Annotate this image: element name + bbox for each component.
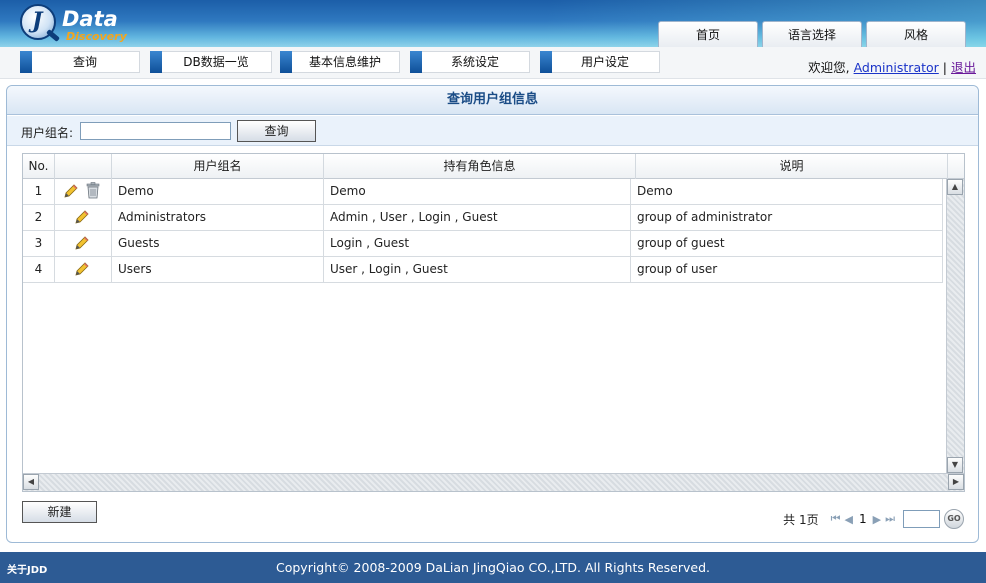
nav-system-settings[interactable]: 系统设定 xyxy=(410,51,530,73)
pagination: 共 1页 ⏮ ◀ 1 ▶ ⏭ GO xyxy=(783,508,964,530)
table-row[interactable]: 1 Demo Demo Demo xyxy=(23,179,943,205)
nav-db-list[interactable]: DB数据一览 xyxy=(150,51,272,73)
group-table: No. 用户组名 持有角色信息 说明 1 Demo Demo Demo 2 Ad… xyxy=(22,153,965,492)
welcome-text: 欢迎您, xyxy=(808,60,850,75)
group-description: group of administrator xyxy=(631,205,943,231)
new-group-button[interactable]: 新建 xyxy=(22,501,97,523)
logo-letter: J xyxy=(32,8,43,34)
go-button[interactable]: GO xyxy=(944,509,964,529)
main-panel: 查询用户组信息 用户组名: 查询 No. 用户组名 持有角色信息 说明 1 De… xyxy=(6,85,979,543)
row-actions xyxy=(55,205,112,231)
scroll-right-icon[interactable]: ▶ xyxy=(948,474,964,490)
col-group-name[interactable]: 用户组名 xyxy=(112,154,324,179)
edit-pencil-icon[interactable] xyxy=(74,235,90,251)
vertical-scrollbar[interactable]: ▲ ▼ xyxy=(946,179,964,473)
page-title: 查询用户组信息 xyxy=(7,86,978,115)
total-pages: 共 1页 xyxy=(783,512,819,527)
group-roles: Admin , User , Login , Guest xyxy=(324,205,631,231)
row-actions xyxy=(55,257,112,283)
separator: | xyxy=(942,60,947,75)
group-description: group of user xyxy=(631,257,943,283)
horizontal-scrollbar[interactable]: ◀ ▶ xyxy=(23,473,964,491)
nav-user-settings[interactable]: 用户设定 xyxy=(540,51,660,73)
table-body: 1 Demo Demo Demo 2 Administrators Admin … xyxy=(23,179,943,469)
tab-home[interactable]: 首页 xyxy=(658,21,758,47)
logout-link[interactable]: 退出 xyxy=(951,60,976,75)
app-logo: J Data Discovery xyxy=(18,3,128,45)
search-row: 用户组名: 查询 xyxy=(7,116,978,146)
search-label: 用户组名: xyxy=(21,126,74,140)
group-name: Demo xyxy=(112,179,324,205)
nav-query[interactable]: 查询 xyxy=(20,51,140,73)
group-name: Administrators xyxy=(112,205,324,231)
edit-pencil-icon[interactable] xyxy=(74,261,90,277)
row-actions xyxy=(55,231,112,257)
top-tabs: 首页 语言选择 风格 xyxy=(658,21,966,47)
col-roles[interactable]: 持有角色信息 xyxy=(324,154,636,179)
scroll-down-icon[interactable]: ▼ xyxy=(947,457,963,473)
first-page-icon[interactable]: ⏮ xyxy=(831,512,841,526)
group-roles: Demo xyxy=(324,179,631,205)
logo-subtitle: Discovery xyxy=(66,30,127,43)
scroll-left-icon[interactable]: ◀ xyxy=(23,474,39,490)
scroll-up-icon[interactable]: ▲ xyxy=(947,179,963,195)
col-no: No. xyxy=(23,154,55,179)
edit-pencil-icon[interactable] xyxy=(74,209,90,225)
table-row[interactable]: 2 Administrators Admin , User , Login , … xyxy=(23,205,943,231)
group-description: Demo xyxy=(631,179,943,205)
current-page: 1 xyxy=(858,512,867,526)
table-row[interactable]: 3 Guests Login , Guest group of guest xyxy=(23,231,943,257)
nav-basic-info[interactable]: 基本信息维护 xyxy=(280,51,400,73)
edit-pencil-icon[interactable] xyxy=(63,183,79,199)
row-actions xyxy=(55,179,112,205)
next-page-icon[interactable]: ▶ xyxy=(873,513,881,526)
col-description[interactable]: 说明 xyxy=(636,154,948,179)
copyright: Copyright© 2008-2009 DaLian JingQiao CO.… xyxy=(275,560,711,575)
table-row[interactable]: 4 Users User , Login , Guest group of us… xyxy=(23,257,943,283)
welcome-area: 欢迎您, Administrator | 退出 xyxy=(808,57,976,76)
last-page-icon[interactable]: ⏭ xyxy=(885,512,895,526)
group-roles: User , Login , Guest xyxy=(324,257,631,283)
group-roles: Login , Guest xyxy=(324,231,631,257)
nav-bar: 查询 DB数据一览 基本信息维护 系统设定 用户设定 欢迎您, Administ… xyxy=(0,47,986,79)
search-button[interactable]: 查询 xyxy=(237,120,316,142)
col-actions xyxy=(55,154,112,179)
group-name-input[interactable] xyxy=(80,122,231,140)
tab-style[interactable]: 风格 xyxy=(866,21,966,47)
page-number-input[interactable] xyxy=(903,510,940,528)
logo-word: Data xyxy=(62,7,118,31)
footer: 关于JDD Copyright© 2008-2009 DaLian JingQi… xyxy=(0,552,986,583)
prev-page-icon[interactable]: ◀ xyxy=(845,513,853,526)
user-link[interactable]: Administrator xyxy=(854,60,939,75)
group-name: Guests xyxy=(112,231,324,257)
delete-trash-icon[interactable] xyxy=(85,182,101,199)
group-name: Users xyxy=(112,257,324,283)
table-header: No. 用户组名 持有角色信息 说明 xyxy=(23,154,964,179)
tab-language[interactable]: 语言选择 xyxy=(762,21,862,47)
group-description: group of guest xyxy=(631,231,943,257)
